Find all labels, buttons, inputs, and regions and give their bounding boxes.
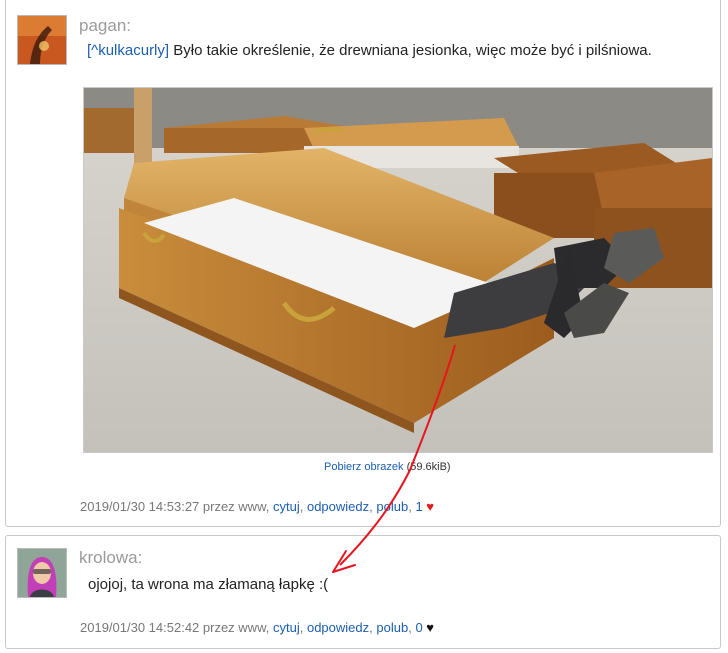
timestamp-author: 2019/01/30 14:52:42 przez www, <box>80 620 270 635</box>
reply-reference-link[interactable]: [^kulkacurly] <box>87 42 169 59</box>
separator: , <box>299 620 304 635</box>
heart-icon: ♥ <box>426 620 435 635</box>
comment-body: [^kulkacurly] Było takie określenie, że … <box>87 42 652 59</box>
heart-icon: ♥ <box>426 499 435 514</box>
like-link[interactable]: polub <box>376 620 408 635</box>
author-name[interactable]: pagan: <box>79 16 131 36</box>
reply-link[interactable]: odpowiedz <box>307 499 369 514</box>
separator: , <box>369 499 373 514</box>
avatar[interactable] <box>17 15 67 65</box>
reply-link[interactable]: odpowiedz <box>307 620 369 635</box>
download-line: Pobierz obrazek (59.6kiB) <box>324 461 451 473</box>
author-name[interactable]: krolowa: <box>79 548 142 568</box>
comment-meta: 2019/01/30 14:52:42 przez www, cytuj, od… <box>80 620 434 635</box>
comment-meta: 2019/01/30 14:53:27 przez www, cytuj, od… <box>80 499 434 514</box>
comment-text: ojojoj, ta wrona ma złamaną łapkę :( <box>88 576 329 593</box>
quote-link[interactable]: cytuj <box>273 620 300 635</box>
comment-text: Było takie określenie, że drewniana jesi… <box>173 42 652 59</box>
separator: , <box>369 620 373 635</box>
comment-card: pagan: [^kulkacurly] Było takie określen… <box>5 0 721 527</box>
avatar-image <box>18 549 66 597</box>
like-count[interactable]: 1 <box>415 499 422 514</box>
attached-image[interactable] <box>83 87 713 453</box>
download-image-link[interactable]: Pobierz obrazek <box>324 461 404 473</box>
timestamp-author: 2019/01/30 14:53:27 przez www, <box>80 499 270 514</box>
like-link[interactable]: polub <box>376 499 408 514</box>
separator: , <box>408 499 412 514</box>
avatar[interactable] <box>17 548 67 598</box>
like-count[interactable]: 0 <box>415 620 422 635</box>
comment-body: ojojoj, ta wrona ma złamaną łapkę :( <box>88 576 328 593</box>
download-size: (59.6kiB) <box>406 461 451 473</box>
separator: , <box>408 620 412 635</box>
comment-card: krolowa: ojojoj, ta wrona ma złamaną łap… <box>5 535 721 649</box>
avatar-image <box>18 16 66 64</box>
coffin-photo <box>84 88 712 452</box>
separator: , <box>299 499 304 514</box>
quote-link[interactable]: cytuj <box>273 499 300 514</box>
